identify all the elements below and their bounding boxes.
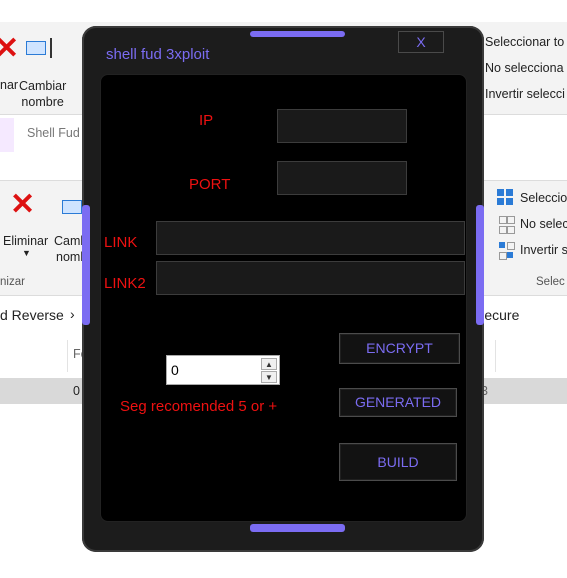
select-none-label[interactable]: No selec <box>520 217 567 231</box>
folder-tab-title[interactable]: Shell Fud <box>27 126 80 140</box>
build-button[interactable]: BUILD <box>339 443 457 481</box>
encrypt-button[interactable]: ENCRYPT <box>339 333 460 364</box>
select-all-icon[interactable] <box>497 189 513 205</box>
table-cell: 0 <box>73 384 80 398</box>
select-none-icon[interactable] <box>499 216 515 234</box>
port-label: PORT <box>189 176 231 193</box>
port-input[interactable] <box>277 161 407 195</box>
link-input[interactable] <box>156 221 465 255</box>
rename-icon[interactable] <box>26 38 56 58</box>
generated-button[interactable]: GENERATED <box>339 388 457 417</box>
select-all-label[interactable]: Seleccionar to <box>485 35 564 49</box>
breadcrumb-chevron-icon: › <box>70 306 75 322</box>
chevron-down-icon[interactable]: ▼ <box>22 248 31 258</box>
folder-tab-marker <box>0 118 14 152</box>
rename-button-label[interactable]: Cambiar nombre <box>19 78 66 110</box>
stepper-up-icon[interactable]: ▲ <box>261 358 277 370</box>
seconds-stepper[interactable]: ▲ ▼ <box>166 355 280 385</box>
select-all-label[interactable]: Seleccio <box>520 191 567 205</box>
invert-selection-label[interactable]: Invertir selecci <box>485 87 565 101</box>
frame-accent-bottom <box>250 524 345 532</box>
invert-selection-label[interactable]: Invertir s <box>520 243 567 257</box>
column-divider[interactable] <box>67 340 68 372</box>
frame-accent-right <box>476 205 484 325</box>
seconds-hint: Seg recomended 5 or + <box>120 398 278 415</box>
frame-accent-left <box>82 205 90 325</box>
delete-icon[interactable]: ✕ <box>10 190 35 220</box>
invert-selection-icon[interactable] <box>499 242 515 260</box>
link-label: LINK <box>104 234 138 251</box>
ip-input[interactable] <box>277 109 407 143</box>
seconds-value[interactable]: 0 <box>171 362 179 378</box>
delete-button-label[interactable]: Eliminar <box>3 234 48 248</box>
breadcrumb-item[interactable]: d Reverse <box>0 307 64 323</box>
stepper-down-icon[interactable]: ▼ <box>261 371 277 383</box>
ribbon-group-label: Selec <box>536 276 565 288</box>
frame-accent-top <box>250 31 345 37</box>
link2-input[interactable] <box>156 261 465 295</box>
close-button[interactable]: X <box>398 31 444 53</box>
ribbon-group-label: nizar <box>0 276 25 288</box>
column-divider[interactable] <box>495 340 496 372</box>
rename-icon[interactable] <box>62 200 82 214</box>
bg-partial-label: nar <box>0 78 19 92</box>
link2-label: LINK2 <box>104 275 146 292</box>
delete-icon[interactable]: ✕ <box>0 34 19 64</box>
rename-label-text: Cambiar nombre <box>19 79 67 109</box>
select-none-label[interactable]: No selecciona <box>485 61 564 75</box>
ip-label: IP <box>199 112 214 129</box>
window-title: shell fud 3xploit <box>106 46 210 63</box>
